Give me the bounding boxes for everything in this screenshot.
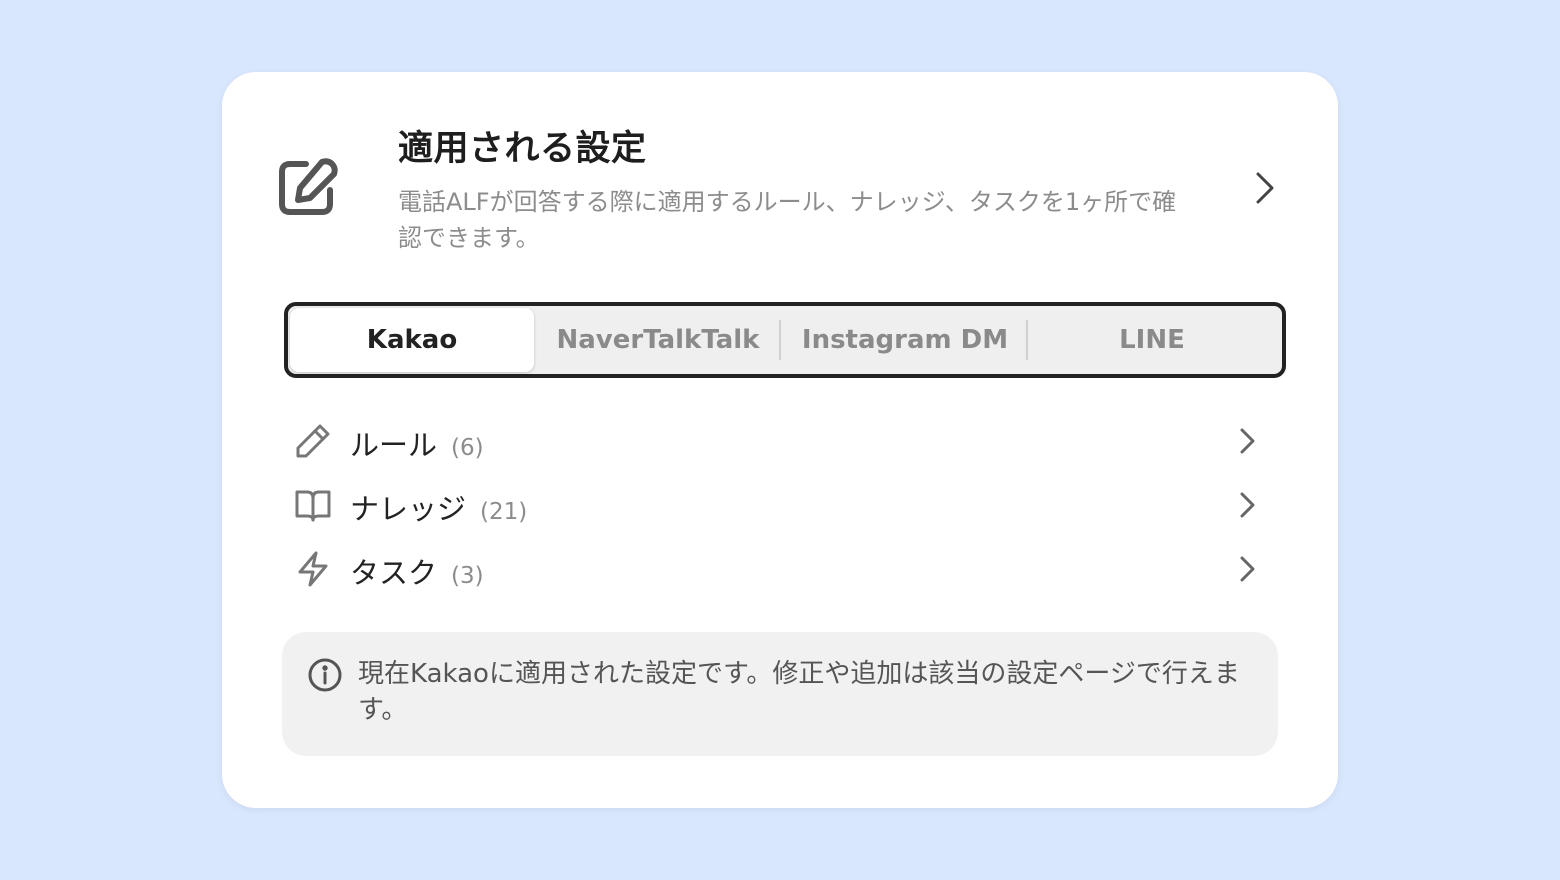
applied-settings-card: 適用される設定 電話ALFが回答する際に適用するルール、ナレッジ、タスクを1ヶ所… <box>222 72 1338 808</box>
list-item-tasks[interactable]: タスク (3) <box>284 540 1264 596</box>
book-icon <box>295 490 331 522</box>
list-item-knowledge[interactable]: ナレッジ (21) <box>284 476 1264 532</box>
tab-navertalktalk[interactable]: NaverTalkTalk <box>536 308 780 372</box>
knowledge-label: ナレッジ <box>350 492 467 526</box>
list-item-label: ルール (6) <box>350 422 484 464</box>
tab-line[interactable]: LINE <box>1030 308 1274 372</box>
page-title: 適用される設定 <box>398 129 647 169</box>
lightning-icon <box>298 551 328 587</box>
knowledge-count: (21) <box>480 499 528 525</box>
chevron-right-icon <box>1240 556 1255 582</box>
tab-divider <box>1026 320 1028 360</box>
edit-square-icon <box>279 158 338 215</box>
info-notice: 現在Kakaoに適用された設定です。修正や追加は該当の設定ページで行えます。 <box>282 632 1278 756</box>
tab-divider <box>779 320 781 360</box>
channel-tabs: Kakao NaverTalkTalk Instagram DM LINE <box>284 302 1286 378</box>
info-text: 現在Kakaoに適用された設定です。修正や追加は該当の設定ページで行えます。 <box>358 659 1240 725</box>
page-description: 電話ALFが回答する際に適用するルール、ナレッジ、タスクを1ヶ所で確認できます。 <box>398 188 1177 252</box>
info-icon <box>308 658 342 692</box>
list-item-label: タスク (3) <box>350 550 484 592</box>
tasks-count: (3) <box>451 563 484 589</box>
applied-settings-header[interactable]: 適用される設定 電話ALFが回答する際に適用するルール、ナレッジ、タスクを1ヶ所… <box>222 72 1338 272</box>
rules-count: (6) <box>451 435 484 461</box>
list-item-rules[interactable]: ルール (6) <box>284 412 1264 468</box>
tasks-label: タスク <box>350 556 438 590</box>
chevron-right-icon <box>1240 492 1255 518</box>
tab-instagram-dm[interactable]: Instagram DM <box>783 308 1027 372</box>
rules-label: ルール <box>350 428 438 462</box>
chevron-right-icon <box>1256 172 1274 204</box>
chevron-right-icon <box>1240 428 1255 454</box>
pencil-icon <box>296 424 330 458</box>
list-item-label: ナレッジ (21) <box>350 486 527 528</box>
tab-kakao[interactable]: Kakao <box>290 308 534 372</box>
